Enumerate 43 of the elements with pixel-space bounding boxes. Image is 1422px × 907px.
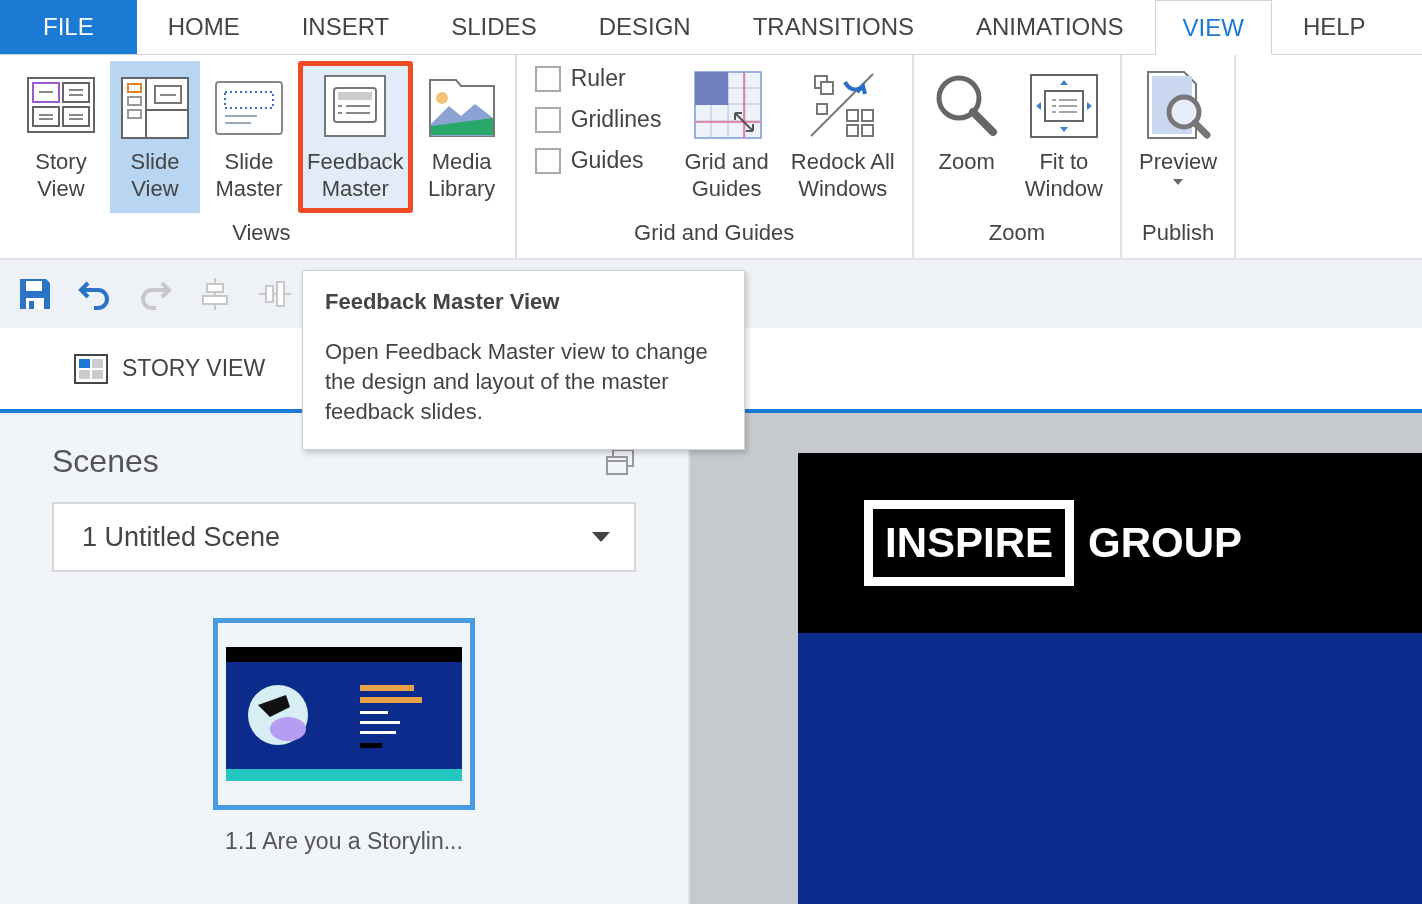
checkbox-label[interactable]: Ruler	[570, 65, 626, 92]
ribbon-tab[interactable]: HOME	[136, 0, 271, 54]
scene-dropdown[interactable]: 1 Untitled Scene	[52, 502, 636, 572]
ribbon-button[interactable]: Story View	[16, 61, 106, 213]
checkbox[interactable]	[534, 147, 561, 174]
group-label: Zoom	[987, 219, 1046, 247]
checkbox-label[interactable]: Guides	[570, 147, 644, 174]
save-icon[interactable]	[18, 277, 52, 311]
ribbon-tab[interactable]: SLIDES	[420, 0, 568, 54]
ribbon-button[interactable]: Feedback Master	[298, 61, 413, 213]
ribbon-tab[interactable]: DESIGN	[567, 0, 722, 54]
logo-text: INSPIRE	[864, 500, 1075, 586]
ribbon-tab[interactable]: INSERT	[270, 0, 421, 54]
restore-icon[interactable]	[606, 448, 634, 475]
ribbon-button[interactable]: Zoom	[921, 61, 1012, 186]
slide-thumbnail[interactable]	[213, 618, 475, 810]
panel-title: Scenes	[52, 443, 159, 480]
checkbox[interactable]	[534, 65, 561, 92]
ribbon-button[interactable]: Media Library	[416, 61, 507, 213]
group-label: Views	[231, 219, 292, 247]
ribbon-tab[interactable]: VIEW	[1154, 0, 1272, 55]
ribbon-button[interactable]: Redock All Windows	[781, 61, 904, 213]
dropdown-caret-icon	[592, 532, 610, 542]
caret-icon	[1173, 179, 1184, 185]
slide-caption: 1.1 Are you a Storylin...	[225, 828, 463, 855]
file-tab[interactable]: FILE	[0, 0, 137, 54]
tooltip-title: Feedback Master View	[325, 289, 561, 315]
ribbon-tab[interactable]: ANIMATIONS	[945, 0, 1155, 54]
ribbon-tab[interactable]: HELP	[1271, 0, 1397, 54]
group-label: Grid and Guides	[633, 219, 796, 247]
checkbox[interactable]	[534, 106, 561, 133]
checkbox-label[interactable]: Gridlines	[570, 106, 662, 133]
ribbon-button[interactable]: Preview	[1130, 61, 1227, 196]
ribbon-button[interactable]: Slide Master	[204, 61, 294, 213]
ribbon-button[interactable]: Fit to Window	[1015, 61, 1112, 213]
ribbon-tab[interactable]: TRANSITIONS	[721, 0, 945, 54]
group-label: Publish	[1141, 219, 1216, 247]
ribbon-button[interactable]: Slide View	[110, 61, 200, 213]
ribbon-button[interactable]: Grid and Guides	[675, 61, 778, 213]
logo-text: GROUP	[1088, 519, 1243, 567]
tooltip-text: Open Feedback Master view to change the design and layout of the master feedback slides.	[325, 338, 709, 426]
storyboard-icon	[74, 353, 108, 384]
view-tab[interactable]: STORY VIEW	[74, 353, 266, 384]
